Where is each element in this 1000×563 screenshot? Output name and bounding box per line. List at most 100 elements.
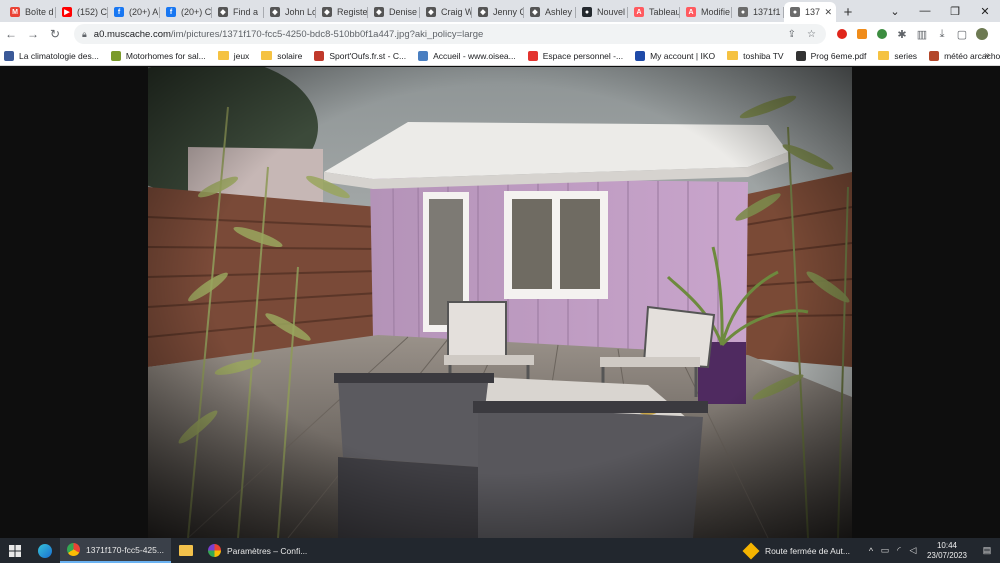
show-hidden-icons-icon[interactable]: ^ [864, 546, 878, 556]
bookmark-item[interactable]: La climatologie des... [4, 50, 99, 61]
tab-label: 1371f1 [753, 7, 781, 17]
tab-label: Tableau [649, 7, 680, 17]
bookmark-label: Motorhomes for sal... [125, 50, 206, 61]
address-bar[interactable]: 🔒︎ a0.muscache.com/im/pictures/1371f170-… [74, 24, 826, 44]
forward-icon[interactable]: → [22, 23, 44, 45]
news-widget[interactable]: Route fermée de Aut... [742, 542, 850, 559]
site-icon: ◆ [322, 7, 332, 17]
wifi-icon[interactable]: ◜ [892, 545, 906, 556]
side-panel-icon[interactable]: ▥ [912, 23, 932, 45]
warning-icon [742, 542, 760, 559]
bookmark-item[interactable]: Sport'Oufs.fr.st - C... [314, 50, 406, 61]
tab-search-icon[interactable]: ⌄ [880, 0, 910, 22]
site-favicon-icon [795, 50, 806, 61]
browser-tab[interactable]: ● 1371f1 [732, 2, 784, 22]
taskbar-settings-window[interactable]: Paramètres – Confi... [201, 538, 314, 563]
folder-icon [878, 51, 890, 60]
file-explorer-icon[interactable] [171, 538, 201, 563]
bookmark-list: La climatologie des... Motorhomes for sal… [4, 50, 1000, 61]
browser-tab[interactable]: ◆ Craig W [420, 2, 472, 22]
tab-label: Registe [337, 7, 368, 17]
share-icon[interactable]: ⇪ [788, 29, 796, 40]
bookmark-item[interactable]: Motorhomes for sal... [110, 50, 206, 61]
honey-extension-icon[interactable] [852, 23, 872, 45]
browser-tab[interactable]: M Boîte d [4, 2, 56, 22]
close-window-icon[interactable]: ✕ [970, 0, 1000, 22]
battery-icon[interactable]: ▭ [878, 545, 892, 556]
system-tray: Route fermée de Aut... ^ ▭ ◜ ◁ 10:44 23/… [742, 538, 1000, 563]
folder-icon [727, 51, 739, 60]
taskbar-chrome-window[interactable]: 1371f170-fcc5-425... [60, 538, 171, 563]
site-icon: ◆ [530, 7, 540, 17]
bookmark-label: Espace personnel -... [542, 50, 624, 61]
url-host: a0.muscache.com [93, 28, 171, 40]
tab-label: 137 [805, 7, 821, 17]
bookmarks-bar: La climatologie des... Motorhomes for sal… [0, 46, 1000, 66]
system-clock[interactable]: 10:44 23/07/2023 [920, 541, 974, 561]
patio-photo[interactable] [148, 67, 852, 538]
browser-tab[interactable]: ● 137 ✕ [784, 2, 836, 22]
browser-tab[interactable]: A Modifie [680, 2, 732, 22]
avatar[interactable] [972, 23, 992, 45]
bookmark-item[interactable]: jeux [217, 51, 249, 61]
browser-tab[interactable]: ◆ Denise [368, 2, 420, 22]
tab-label: (20+) A [129, 7, 159, 17]
bookmark-label: series [894, 50, 918, 61]
bookmark-item[interactable]: toshiba TV [727, 50, 784, 61]
taskbar-app-label: Paramètres – Confi... [226, 545, 308, 556]
tab-label: Ashley [545, 7, 573, 17]
lock-icon[interactable]: 🔒︎ [82, 29, 87, 40]
globe-icon: ● [790, 7, 800, 17]
browser-tab[interactable]: ◆ Ashley [524, 2, 576, 22]
tab-label: Boîte d [25, 7, 54, 17]
browser-tab[interactable]: ◆ Jenny C [472, 2, 524, 22]
volume-icon[interactable]: ◁ [906, 545, 920, 556]
sidebar-toggle-icon[interactable]: ▢ [952, 23, 972, 45]
restore-icon[interactable]: ❐ [940, 0, 970, 22]
bookmark-item[interactable]: solaire [261, 51, 302, 61]
extensions-icon[interactable]: ✱ [892, 23, 912, 45]
tab-label: Craig W [441, 7, 472, 17]
browser-tab[interactable]: ● Nouvel [576, 2, 628, 22]
opera-extension-icon[interactable] [832, 23, 852, 45]
adblock-extension-icon[interactable] [872, 23, 892, 45]
browser-tab[interactable]: ◆ Find a [212, 2, 264, 22]
tab-label: Jenny C [493, 7, 524, 17]
bookmark-item[interactable]: Accueil - www.oisea... [418, 50, 516, 61]
gmail-icon: M [10, 7, 20, 17]
windows-start-icon[interactable] [0, 538, 30, 563]
new-tab-button[interactable]: + [836, 2, 860, 22]
site-favicon-icon [4, 50, 14, 61]
download-icon[interactable]: ⤓ [932, 23, 952, 45]
windows-taskbar: 1371f170-fcc5-425... Paramètres – Confi.… [0, 538, 1000, 563]
back-icon[interactable]: ← [0, 23, 22, 45]
photo-illustration [148, 67, 852, 538]
browser-tab[interactable]: ▶ (152) C [56, 2, 108, 22]
globe-icon: ● [738, 7, 748, 17]
reload-icon[interactable]: ↻ [44, 23, 66, 45]
browser-tab[interactable]: ◆ Registe [316, 2, 368, 22]
bookmark-label: My account | IKO [650, 50, 716, 61]
bookmarks-more-icon[interactable]: » [984, 50, 990, 61]
menu-icon[interactable]: ⋮ [992, 23, 1000, 45]
bookmark-item[interactable]: series [878, 51, 917, 61]
edge-icon[interactable] [30, 538, 60, 563]
notifications-icon[interactable]: ▤ [974, 545, 1000, 556]
bookmark-item[interactable]: Prog 6eme.pdf [795, 50, 866, 61]
tab-label: John Lo [285, 7, 316, 17]
minimize-icon[interactable]: — [910, 0, 940, 22]
close-tab-icon[interactable]: ✕ [824, 7, 832, 18]
bookmark-item[interactable]: Espace personnel -... [527, 50, 624, 61]
browser-tab[interactable]: A Tableau [628, 2, 680, 22]
tab-list: M Boîte d ▶ (152) Cf (20+) Af (20+) C ◆ Find a ◆… [0, 0, 836, 22]
taskbar-app-label: 1371f170-fcc5-425... [86, 544, 164, 555]
bookmark-label: toshiba TV [743, 50, 784, 61]
browser-tab[interactable]: f (20+) A [108, 2, 160, 22]
site-icon: ◆ [218, 7, 228, 17]
bookmark-item[interactable]: My account | IKO [635, 50, 716, 61]
browser-tab[interactable]: f (20+) C [160, 2, 212, 22]
bookmark-star-icon[interactable]: ☆ [807, 29, 816, 40]
browser-tab[interactable]: ◆ John Lo [264, 2, 316, 22]
site-favicon-icon [527, 50, 538, 61]
tab-label: (20+) C [181, 7, 212, 17]
